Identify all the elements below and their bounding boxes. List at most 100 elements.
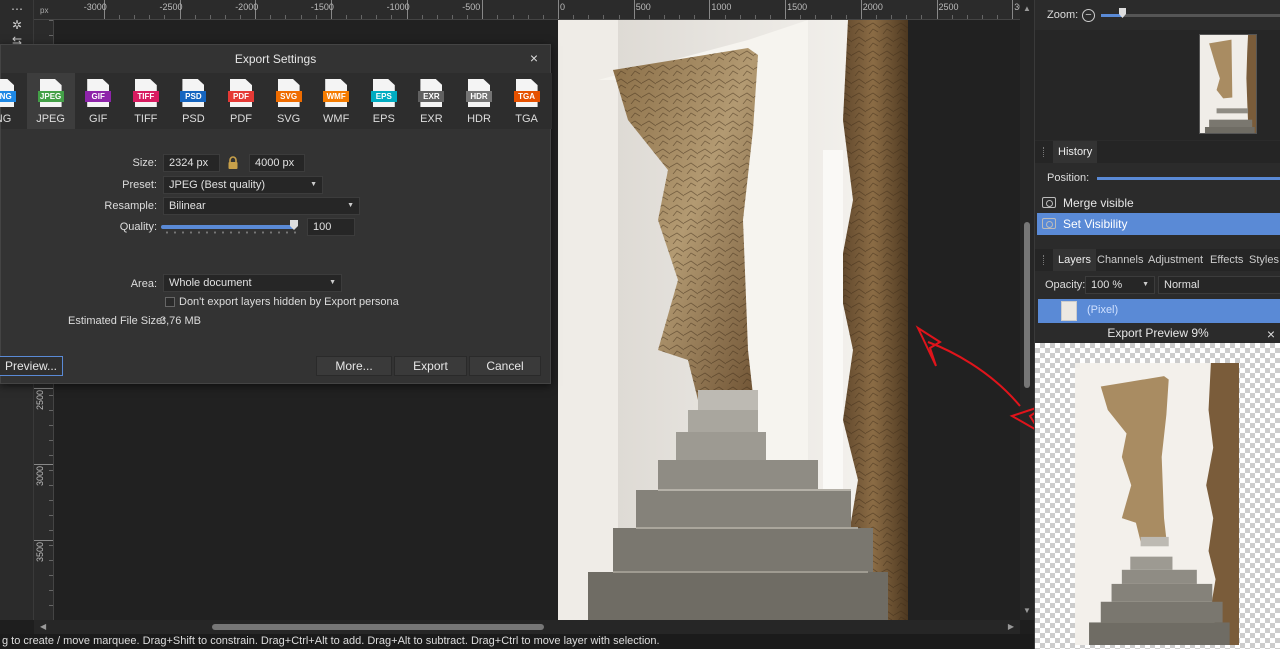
format-tab-exr[interactable]: EXR EXR — [407, 73, 455, 129]
blend-mode-value: Normal — [1164, 279, 1200, 291]
area-dropdown[interactable]: Whole document ▼ — [163, 274, 342, 292]
history-position-slider[interactable] — [1097, 177, 1280, 180]
history-position-row: Position: — [1035, 167, 1280, 191]
hidden-layers-checkbox[interactable] — [165, 297, 175, 307]
format-tab-gif[interactable]: GIF GIF — [74, 73, 122, 129]
format-tab-png[interactable]: PNG NG — [0, 73, 27, 129]
format-badge: SVG — [275, 91, 302, 102]
ruler-minor-tick — [49, 485, 53, 486]
layer-opacity-row: Opacity: 100 % ▼ Normal — [1035, 274, 1280, 296]
tab-adjustment[interactable]: Adjustment — [1143, 249, 1208, 271]
export-preview-title: Export Preview 9% — [1107, 326, 1209, 340]
close-icon[interactable]: × — [526, 50, 542, 66]
history-item[interactable]: Set Visibility — [1037, 213, 1280, 235]
format-tab-eps[interactable]: EPS EPS — [360, 73, 408, 129]
ruler-minor-tick — [436, 15, 438, 19]
export-preview-graphic — [1075, 363, 1239, 645]
format-tab-tiff[interactable]: TIFF TIFF — [122, 73, 170, 129]
format-tab-pdf[interactable]: PDF PDF — [217, 73, 265, 129]
scroll-up-icon[interactable]: ▲ — [1023, 4, 1031, 13]
ruler-minor-tick — [134, 15, 136, 19]
preview-button[interactable]: Preview... — [0, 356, 63, 376]
panel-grip-icon[interactable] — [1043, 255, 1045, 265]
position-label: Position: — [1047, 172, 1090, 184]
tab-styles[interactable]: Styles — [1244, 249, 1280, 271]
tab-channels[interactable]: Channels — [1092, 249, 1148, 271]
resample-value: Bilinear — [169, 200, 206, 212]
tab-history[interactable]: History — [1053, 141, 1098, 163]
preset-dropdown[interactable]: JPEG (Best quality) ▼ — [163, 176, 323, 194]
selection-tool-icon[interactable]: ⋯ — [8, 2, 26, 16]
ruler-minor-tick — [997, 15, 999, 19]
format-tab-tga[interactable]: TGA TGA — [503, 73, 551, 129]
zoom-slider[interactable] — [1101, 14, 1280, 17]
zoom-out-icon[interactable]: − — [1082, 9, 1095, 22]
magic-wand-icon[interactable]: ✲ — [8, 18, 26, 32]
ruler-minor-tick — [724, 15, 726, 19]
ruler-unit: px — [40, 6, 49, 15]
ruler-label: -2000 — [235, 2, 259, 12]
vertical-scroll-thumb[interactable] — [1024, 222, 1030, 388]
format-label: JPEG — [36, 113, 65, 125]
resample-dropdown[interactable]: Bilinear ▼ — [163, 197, 360, 215]
horizontal-scroll-thumb[interactable] — [212, 624, 544, 630]
chevron-down-icon: ▼ — [329, 279, 336, 286]
ruler-minor-tick — [164, 15, 166, 19]
scroll-left-icon[interactable]: ◀ — [40, 622, 46, 631]
ruler-minor-tick — [49, 440, 53, 441]
ruler-minor-tick — [603, 15, 605, 19]
ruler-minor-tick — [588, 15, 590, 19]
horizontal-scrollbar[interactable]: ◀ ▶ — [34, 620, 1020, 634]
vertical-scrollbar[interactable]: ▲ ▼ — [1020, 0, 1034, 620]
more-button[interactable]: More... — [316, 356, 392, 376]
ruler-minor-tick — [452, 15, 454, 19]
panel-grip-icon[interactable] — [1043, 147, 1045, 157]
scroll-right-icon[interactable]: ▶ — [1008, 622, 1014, 631]
tab-effects[interactable]: Effects — [1205, 249, 1248, 271]
ruler-label: 3000 — [35, 465, 45, 486]
chevron-down-icon: ▼ — [347, 202, 354, 209]
layer-thumbnail — [1061, 301, 1077, 321]
opacity-dropdown[interactable]: 100 % ▼ — [1085, 276, 1155, 294]
ruler-minor-tick — [149, 15, 151, 19]
navigator-thumbnail-graphic — [1200, 35, 1256, 133]
format-tab-psd[interactable]: PSD PSD — [169, 73, 217, 129]
lock-icon[interactable] — [227, 156, 239, 170]
ruler-minor-tick — [648, 15, 650, 19]
height-field[interactable]: 4000 px — [249, 154, 305, 172]
chevron-down-icon: ▼ — [310, 181, 317, 188]
quality-slider[interactable] — [161, 225, 294, 229]
scroll-down-icon[interactable]: ▼ — [1023, 606, 1031, 615]
blend-mode-dropdown[interactable]: Normal — [1158, 276, 1280, 294]
ruler-label: 1500 — [787, 2, 808, 12]
area-label: Area: — [130, 278, 157, 290]
ruler-minor-tick — [966, 15, 968, 19]
cancel-button[interactable]: Cancel — [469, 356, 541, 376]
export-preview-header: Export Preview 9% × — [1035, 323, 1280, 343]
format-tab-jpeg[interactable]: JPEG JPEG — [26, 73, 75, 129]
format-tab-wmf[interactable]: WMF WMF — [312, 73, 360, 129]
format-label: TGA — [515, 113, 538, 125]
ruler-minor-tick — [694, 15, 696, 19]
format-tab-hdr[interactable]: HDR HDR — [455, 73, 503, 129]
ruler-minor-tick — [209, 15, 211, 19]
format-label: NG — [0, 113, 12, 125]
export-button[interactable]: Export — [394, 356, 467, 376]
navigator-thumbnail[interactable] — [1199, 34, 1257, 134]
ruler-minor-tick — [49, 515, 53, 516]
ruler-minor-tick — [663, 15, 665, 19]
width-field[interactable]: 2324 px — [163, 154, 220, 172]
tab-layers[interactable]: Layers — [1053, 249, 1097, 271]
layer-row[interactable]: (Pixel) — [1035, 299, 1280, 323]
ruler-label: 2500 — [35, 389, 45, 410]
close-icon[interactable]: × — [1267, 324, 1275, 344]
format-badge: TGA — [513, 91, 540, 102]
document-image[interactable] — [558, 20, 908, 620]
ruler-minor-tick — [618, 15, 620, 19]
quality-field[interactable]: 100 — [307, 218, 355, 236]
ruler-minor-tick — [49, 605, 53, 606]
history-item[interactable]: Merge visible — [1037, 192, 1280, 214]
format-tab-svg[interactable]: SVG SVG — [265, 73, 313, 129]
format-label: PDF — [230, 113, 252, 125]
ruler-minor-tick — [285, 15, 287, 19]
